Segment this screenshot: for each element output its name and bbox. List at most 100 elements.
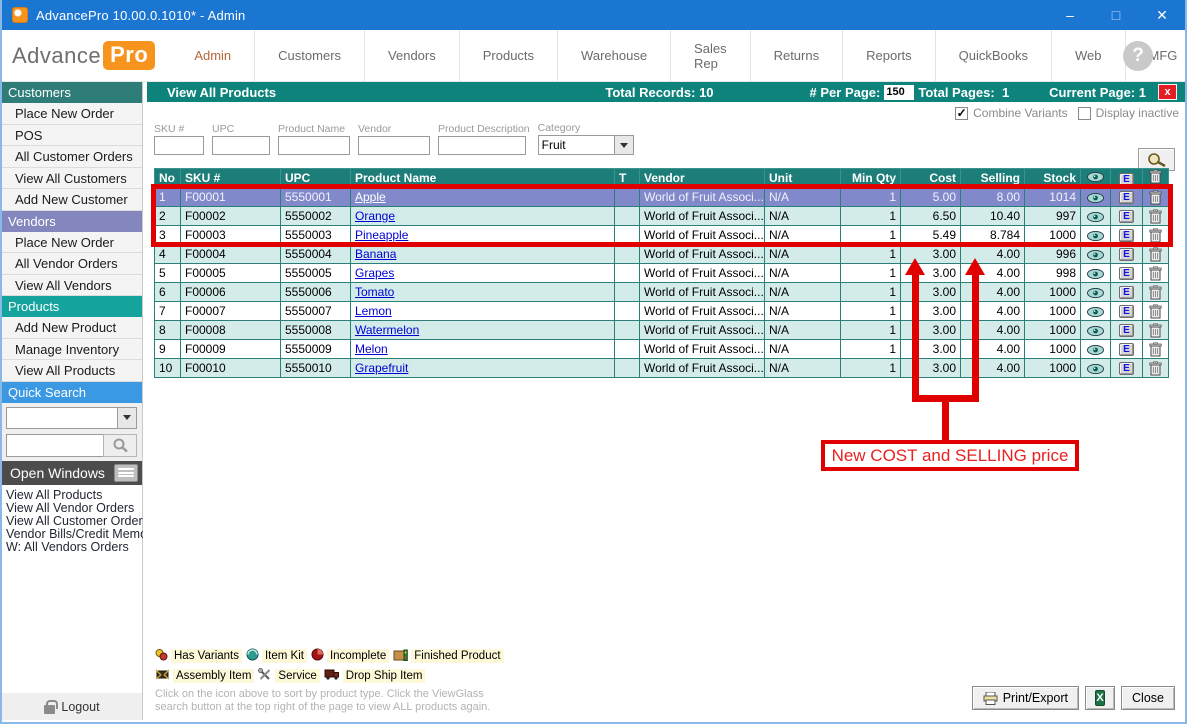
column-header-product-name[interactable]: Product Name: [351, 169, 615, 188]
delete-column-header[interactable]: [1143, 169, 1169, 188]
delete-product-button[interactable]: [1149, 209, 1162, 224]
view-product-button[interactable]: [1087, 231, 1104, 241]
column-header-vendor[interactable]: Vendor: [640, 169, 765, 188]
column-header-no[interactable]: No: [155, 169, 181, 188]
nav-tab-quickbooks[interactable]: QuickBooks: [935, 30, 1051, 81]
combine-variants-checkbox[interactable]: ✓ Combine Variants: [955, 106, 1068, 120]
product-link-orange[interactable]: Orange: [355, 209, 395, 223]
sidebar-item-view-all-products[interactable]: View All Products: [2, 360, 142, 382]
open-window-w-all-vendors-orders[interactable]: W: All Vendors Orders: [6, 541, 140, 554]
column-header-sku[interactable]: SKU #: [181, 169, 281, 188]
sidebar-item-add-new-customer[interactable]: Add New Customer: [2, 189, 142, 211]
delete-product-button[interactable]: [1149, 304, 1162, 319]
filter-input-sku[interactable]: [154, 136, 204, 155]
filter-input-upc[interactable]: [212, 136, 270, 155]
delete-product-button[interactable]: [1149, 285, 1162, 300]
column-header-stock[interactable]: Stock: [1025, 169, 1081, 188]
delete-product-button[interactable]: [1149, 361, 1162, 376]
nav-tab-warehouse[interactable]: Warehouse: [557, 30, 670, 81]
nav-tab-customers[interactable]: Customers: [254, 30, 364, 81]
quick-search-type-select[interactable]: [6, 407, 137, 429]
view-column-header[interactable]: [1081, 169, 1111, 188]
view-product-button[interactable]: [1087, 326, 1104, 336]
checkbox-unchecked-icon[interactable]: [1078, 107, 1091, 120]
sidebar-item-all-customer-orders[interactable]: All Customer Orders: [2, 146, 142, 168]
view-product-button[interactable]: [1087, 250, 1104, 260]
view-product-button[interactable]: [1087, 269, 1104, 279]
export-excel-button[interactable]: X: [1085, 686, 1115, 710]
nav-tab-sales-rep[interactable]: Sales Rep: [670, 30, 750, 81]
chevron-down-icon[interactable]: [117, 408, 136, 428]
sidebar-item-view-all-vendors[interactable]: View All Vendors: [2, 275, 142, 297]
display-inactive-checkbox[interactable]: Display inactive: [1078, 106, 1179, 120]
delete-product-button[interactable]: [1149, 323, 1162, 338]
delete-product-button[interactable]: [1149, 266, 1162, 281]
edit-product-button[interactable]: E: [1119, 210, 1134, 223]
filter-input-vendor[interactable]: [358, 136, 430, 155]
view-product-button[interactable]: [1087, 307, 1104, 317]
view-product-button[interactable]: [1087, 345, 1104, 355]
nav-tab-admin[interactable]: Admin: [171, 30, 254, 81]
sidebar-header-customers[interactable]: Customers: [2, 82, 142, 103]
delete-product-button[interactable]: [1149, 190, 1162, 205]
product-link-melon[interactable]: Melon: [355, 342, 388, 356]
sidebar-item-manage-inventory[interactable]: Manage Inventory: [2, 339, 142, 361]
view-product-button[interactable]: [1087, 364, 1104, 374]
column-header-min-qty[interactable]: Min Qty: [841, 169, 901, 188]
nav-tab-reports[interactable]: Reports: [842, 30, 935, 81]
print-export-button[interactable]: Print/Export: [972, 686, 1079, 710]
column-header-t[interactable]: T: [615, 169, 640, 188]
close-button[interactable]: Close: [1121, 686, 1175, 710]
delete-product-button[interactable]: [1149, 342, 1162, 357]
window-list-icon[interactable]: [114, 464, 138, 482]
drop-ship-item-icon[interactable]: [324, 668, 340, 683]
incomplete-icon[interactable]: [311, 648, 324, 664]
search-button[interactable]: [103, 434, 137, 457]
assembly-item-icon[interactable]: [155, 668, 170, 684]
edit-product-button[interactable]: E: [1119, 267, 1134, 280]
product-link-grapefruit[interactable]: Grapefruit: [355, 361, 408, 375]
edit-product-button[interactable]: E: [1119, 343, 1134, 356]
view-product-button[interactable]: [1087, 288, 1104, 298]
filter-input-product-name[interactable]: [278, 136, 350, 155]
edit-column-header[interactable]: E: [1111, 169, 1143, 188]
per-page-input[interactable]: [884, 85, 914, 100]
open-window-view-all-vendor-orders[interactable]: View All Vendor Orders: [6, 502, 140, 515]
product-link-tomato[interactable]: Tomato: [355, 285, 394, 299]
nav-tab-vendors[interactable]: Vendors: [364, 30, 459, 81]
view-product-button[interactable]: [1087, 212, 1104, 222]
filter-input-product-description[interactable]: [438, 136, 526, 155]
delete-product-button[interactable]: [1149, 247, 1162, 262]
sidebar-item-all-vendor-orders[interactable]: All Vendor Orders: [2, 253, 142, 275]
product-link-lemon[interactable]: Lemon: [355, 304, 392, 318]
service-icon[interactable]: [258, 668, 272, 684]
view-product-button[interactable]: [1087, 193, 1104, 203]
help-icon[interactable]: ?: [1123, 41, 1153, 71]
column-header-selling[interactable]: Selling: [961, 169, 1025, 188]
edit-product-button[interactable]: E: [1119, 305, 1134, 318]
column-header-upc[interactable]: UPC: [281, 169, 351, 188]
edit-product-button[interactable]: E: [1119, 191, 1134, 204]
column-header-unit[interactable]: Unit: [765, 169, 841, 188]
edit-product-button[interactable]: E: [1119, 362, 1134, 375]
finished-product-icon[interactable]: [393, 648, 408, 664]
sidebar-item-view-all-customers[interactable]: View All Customers: [2, 168, 142, 190]
edit-product-button[interactable]: E: [1119, 248, 1134, 261]
nav-tab-returns[interactable]: Returns: [750, 30, 843, 81]
delete-product-button[interactable]: [1149, 228, 1162, 243]
quick-search-input[interactable]: [6, 434, 103, 457]
close-window-button[interactable]: ✕: [1139, 0, 1185, 30]
checkbox-checked-icon[interactable]: ✓: [955, 107, 968, 120]
maximize-button[interactable]: □: [1093, 0, 1139, 30]
product-link-grapes[interactable]: Grapes: [355, 266, 394, 280]
sidebar-header-vendors[interactable]: Vendors: [2, 211, 142, 232]
product-link-apple[interactable]: Apple: [355, 190, 386, 204]
edit-product-button[interactable]: E: [1119, 286, 1134, 299]
has-variants-icon[interactable]: [155, 648, 168, 664]
product-link-banana[interactable]: Banana: [355, 247, 396, 261]
product-link-watermelon[interactable]: Watermelon: [355, 323, 419, 337]
item-kit-icon[interactable]: [246, 648, 259, 664]
chevron-down-icon[interactable]: [614, 136, 633, 154]
edit-product-button[interactable]: E: [1119, 324, 1134, 337]
sidebar-header-products[interactable]: Products: [2, 296, 142, 317]
